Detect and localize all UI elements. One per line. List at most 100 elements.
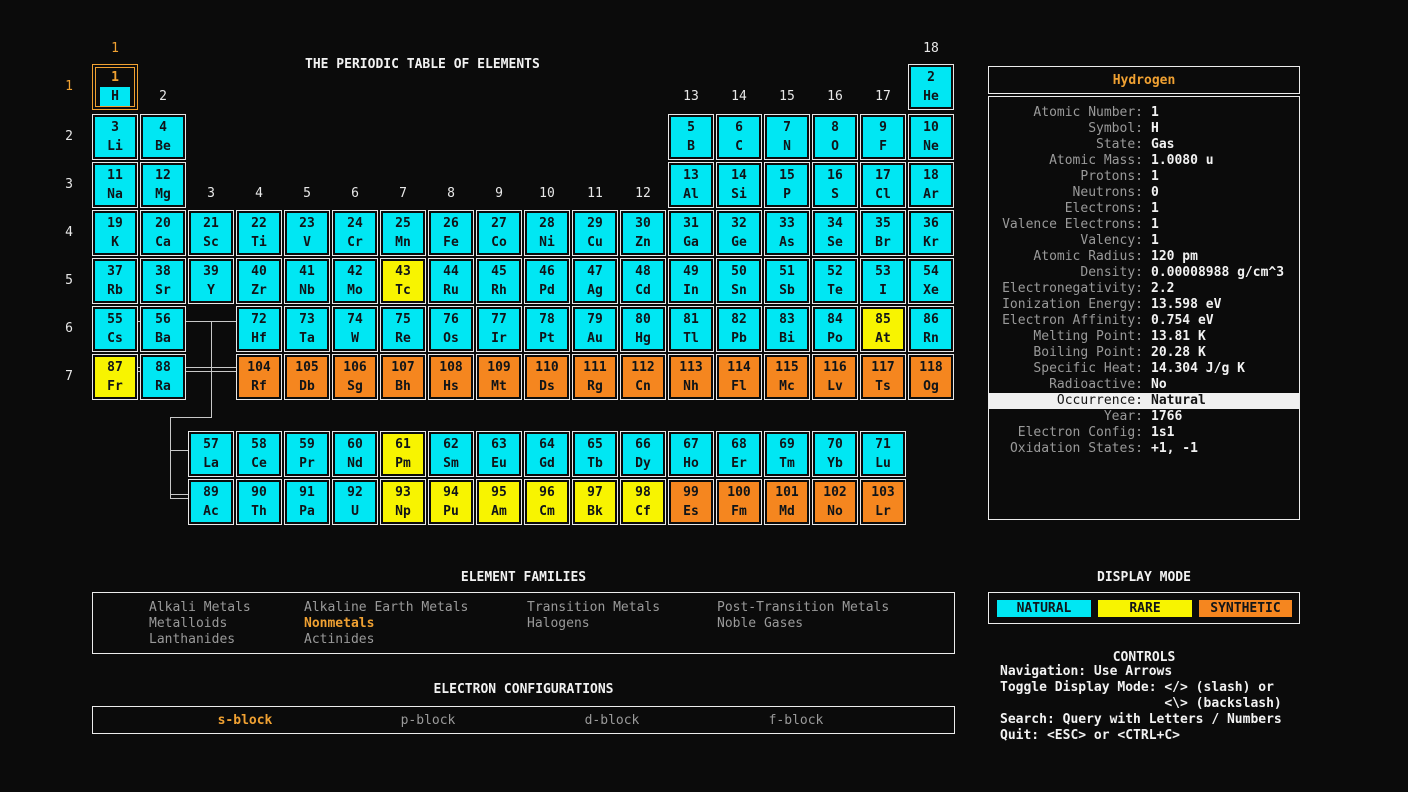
element-cell-No[interactable]: 102 No bbox=[812, 479, 858, 525]
family-alkaline-earth-metals[interactable]: Alkaline Earth Metals bbox=[304, 600, 468, 616]
element-cell-Bk[interactable]: 97 Bk bbox=[572, 479, 618, 525]
element-cell-Tm[interactable]: 69 Tm bbox=[764, 431, 810, 477]
element-cell-Rh[interactable]: 45 Rh bbox=[476, 258, 522, 304]
element-cell-Rn[interactable]: 86 Rn bbox=[908, 306, 954, 352]
element-cell-Hs[interactable]: 108 Hs bbox=[428, 354, 474, 400]
display-mode-rare-button[interactable]: RARE bbox=[1098, 600, 1192, 617]
element-cell-Os[interactable]: 76 Os bbox=[428, 306, 474, 352]
element-cell-Ta[interactable]: 73 Ta bbox=[284, 306, 330, 352]
element-cell-Ra[interactable]: 88 Ra bbox=[140, 354, 186, 400]
element-cell-Lr[interactable]: 103 Lr bbox=[860, 479, 906, 525]
element-cell-Dy[interactable]: 66 Dy bbox=[620, 431, 666, 477]
element-cell-Rg[interactable]: 111 Rg bbox=[572, 354, 618, 400]
element-cell-Se[interactable]: 34 Se bbox=[812, 210, 858, 256]
element-cell-Be[interactable]: 4 Be bbox=[140, 114, 186, 160]
family-nonmetals[interactable]: Nonmetals bbox=[304, 616, 374, 632]
element-cell-Rb[interactable]: 37 Rb bbox=[92, 258, 138, 304]
element-cell-Br[interactable]: 35 Br bbox=[860, 210, 906, 256]
element-cell-Nb[interactable]: 41 Nb bbox=[284, 258, 330, 304]
element-cell-C[interactable]: 6C bbox=[716, 114, 762, 160]
element-cell-Hf[interactable]: 72 Hf bbox=[236, 306, 282, 352]
element-cell-Y[interactable]: 39 Y bbox=[188, 258, 234, 304]
element-cell-Tb[interactable]: 65 Tb bbox=[572, 431, 618, 477]
element-cell-Cm[interactable]: 96 Cm bbox=[524, 479, 570, 525]
element-cell-B[interactable]: 5B bbox=[668, 114, 714, 160]
element-cell-Ge[interactable]: 32 Ge bbox=[716, 210, 762, 256]
element-cell-Pt[interactable]: 78 Pt bbox=[524, 306, 570, 352]
element-cell-Na[interactable]: 11 Na bbox=[92, 162, 138, 208]
element-cell-Co[interactable]: 27 Co bbox=[476, 210, 522, 256]
element-cell-Er[interactable]: 68 Er bbox=[716, 431, 762, 477]
element-cell-Au[interactable]: 79 Au bbox=[572, 306, 618, 352]
element-cell-K[interactable]: 19 K bbox=[92, 210, 138, 256]
element-cell-Og[interactable]: 118 Og bbox=[908, 354, 954, 400]
element-cell-Am[interactable]: 95 Am bbox=[476, 479, 522, 525]
element-cell-Zr[interactable]: 40 Zr bbox=[236, 258, 282, 304]
element-cell-W[interactable]: 74 W bbox=[332, 306, 378, 352]
element-cell-Cu[interactable]: 29 Cu bbox=[572, 210, 618, 256]
element-cell-Np[interactable]: 93 Np bbox=[380, 479, 426, 525]
element-cell-Fe[interactable]: 26 Fe bbox=[428, 210, 474, 256]
element-cell-Cn[interactable]: 112 Cn bbox=[620, 354, 666, 400]
display-mode-natural-button[interactable]: NATURAL bbox=[997, 600, 1091, 617]
config-d-block[interactable]: d-block bbox=[585, 713, 640, 729]
family-actinides[interactable]: Actinides bbox=[304, 632, 374, 648]
element-cell-Nh[interactable]: 113 Nh bbox=[668, 354, 714, 400]
element-cell-Pu[interactable]: 94 Pu bbox=[428, 479, 474, 525]
element-cell-Ir[interactable]: 77 Ir bbox=[476, 306, 522, 352]
element-cell-Gd[interactable]: 64 Gd bbox=[524, 431, 570, 477]
family-halogens[interactable]: Halogens bbox=[527, 616, 590, 632]
element-cell-Ti[interactable]: 22 Ti bbox=[236, 210, 282, 256]
element-cell-Pb[interactable]: 82 Pb bbox=[716, 306, 762, 352]
element-cell-Ru[interactable]: 44 Ru bbox=[428, 258, 474, 304]
element-cell-Cs[interactable]: 55 Cs bbox=[92, 306, 138, 352]
element-cell-As[interactable]: 33 As bbox=[764, 210, 810, 256]
family-post-transition-metals[interactable]: Post-Transition Metals bbox=[717, 600, 889, 616]
element-cell-Sm[interactable]: 62 Sm bbox=[428, 431, 474, 477]
element-cell-Ac[interactable]: 89 Ac bbox=[188, 479, 234, 525]
element-cell-Xe[interactable]: 54 Xe bbox=[908, 258, 954, 304]
config-f-block[interactable]: f-block bbox=[769, 713, 824, 729]
element-cell-Sc[interactable]: 21 Sc bbox=[188, 210, 234, 256]
element-cell-Yb[interactable]: 70 Yb bbox=[812, 431, 858, 477]
element-cell-Ho[interactable]: 67 Ho bbox=[668, 431, 714, 477]
element-cell-Nd[interactable]: 60 Nd bbox=[332, 431, 378, 477]
element-cell-Mo[interactable]: 42 Mo bbox=[332, 258, 378, 304]
element-cell-Si[interactable]: 14 Si bbox=[716, 162, 762, 208]
display-mode-synthetic-button[interactable]: SYNTHETIC bbox=[1199, 600, 1292, 617]
element-cell-Ne[interactable]: 10 Ne bbox=[908, 114, 954, 160]
element-cell-Sg[interactable]: 106 Sg bbox=[332, 354, 378, 400]
family-noble-gases[interactable]: Noble Gases bbox=[717, 616, 803, 632]
element-cell-Fl[interactable]: 114 Fl bbox=[716, 354, 762, 400]
element-cell-Zn[interactable]: 30 Zn bbox=[620, 210, 666, 256]
config-s-block[interactable]: s-block bbox=[218, 713, 273, 729]
element-cell-Sn[interactable]: 50 Sn bbox=[716, 258, 762, 304]
element-cell-Mg[interactable]: 12 Mg bbox=[140, 162, 186, 208]
element-cell-Md[interactable]: 101 Md bbox=[764, 479, 810, 525]
element-cell-V[interactable]: 23 V bbox=[284, 210, 330, 256]
element-cell-Li[interactable]: 3 Li bbox=[92, 114, 138, 160]
element-cell-Mt[interactable]: 109 Mt bbox=[476, 354, 522, 400]
family-lanthanides[interactable]: Lanthanides bbox=[149, 632, 235, 648]
element-cell-Cf[interactable]: 98 Cf bbox=[620, 479, 666, 525]
config-p-block[interactable]: p-block bbox=[401, 713, 456, 729]
element-cell-Lv[interactable]: 116 Lv bbox=[812, 354, 858, 400]
element-cell-Hg[interactable]: 80 Hg bbox=[620, 306, 666, 352]
element-cell-Ds[interactable]: 110 Ds bbox=[524, 354, 570, 400]
element-cell-Tc[interactable]: 43 Tc bbox=[380, 258, 426, 304]
element-cell-Tl[interactable]: 81 Tl bbox=[668, 306, 714, 352]
element-cell-Sb[interactable]: 51 Sb bbox=[764, 258, 810, 304]
element-cell-Cl[interactable]: 17 Cl bbox=[860, 162, 906, 208]
element-cell-P[interactable]: 15 P bbox=[764, 162, 810, 208]
element-cell-Bi[interactable]: 83 Bi bbox=[764, 306, 810, 352]
element-cell-At[interactable]: 85 At bbox=[860, 306, 906, 352]
element-cell-O[interactable]: 8O bbox=[812, 114, 858, 160]
element-cell-Pr[interactable]: 59 Pr bbox=[284, 431, 330, 477]
element-cell-Db[interactable]: 105 Db bbox=[284, 354, 330, 400]
element-cell-Ni[interactable]: 28 Ni bbox=[524, 210, 570, 256]
element-cell-Es[interactable]: 99 Es bbox=[668, 479, 714, 525]
element-cell-In[interactable]: 49 In bbox=[668, 258, 714, 304]
element-cell-Ar[interactable]: 18 Ar bbox=[908, 162, 954, 208]
element-cell-Sr[interactable]: 38 Sr bbox=[140, 258, 186, 304]
family-transition-metals[interactable]: Transition Metals bbox=[527, 600, 660, 616]
